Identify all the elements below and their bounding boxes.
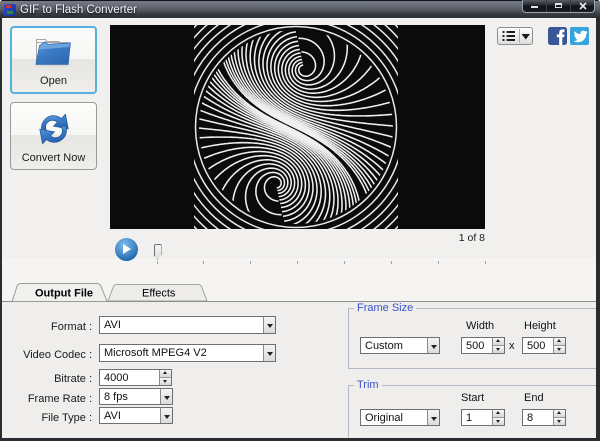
svg-text:Effects: Effects (142, 288, 176, 300)
svg-text:Output File: Output File (35, 288, 93, 300)
